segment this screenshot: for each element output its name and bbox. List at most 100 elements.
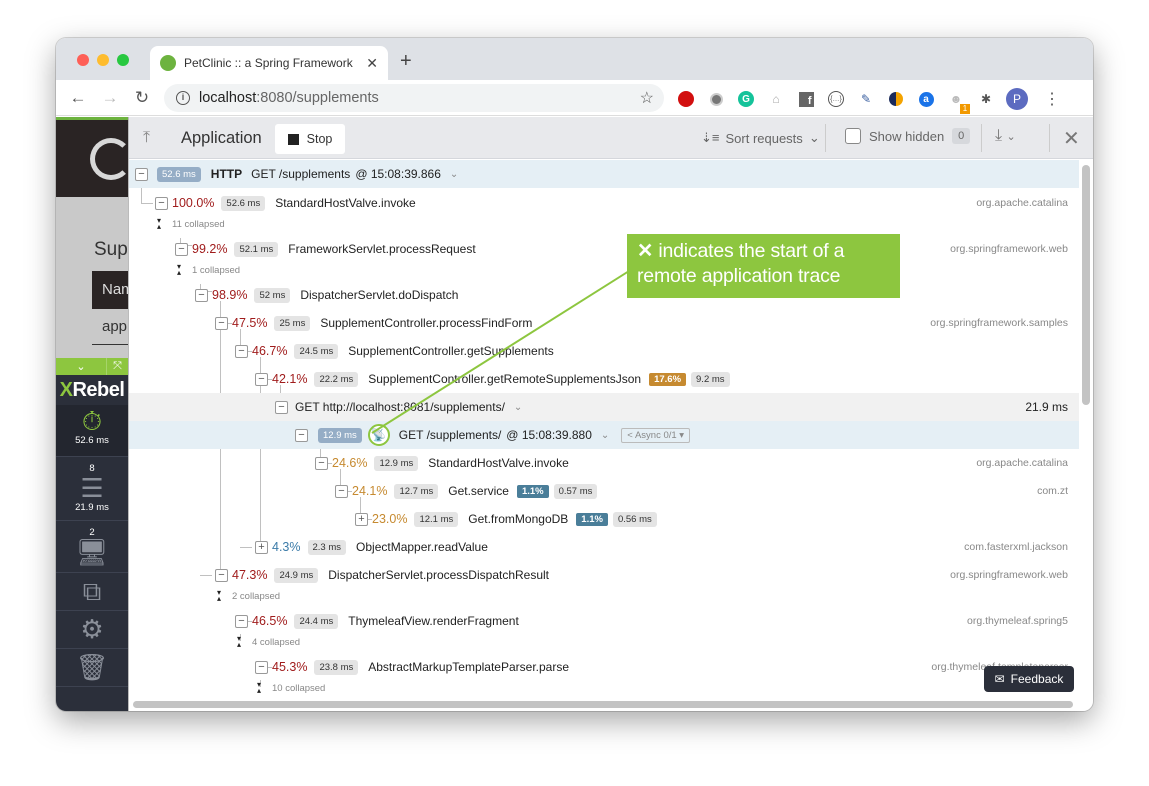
browser-tab[interactable]: PetClinic :: a Spring Framework ✕ (150, 46, 388, 80)
scroll-top-icon[interactable]: ⤒ (143, 129, 150, 147)
trace-row[interactable]: − 45.3% 23.8 ms AbstractMarkupTemplatePa… (129, 653, 1079, 681)
minimize-window-button[interactable] (97, 54, 109, 66)
a-extension-icon[interactable]: a (916, 89, 936, 109)
info-icon[interactable]: i (176, 91, 190, 105)
sort-requests-dropdown[interactable]: ⇣≡ Sort requests ⌄ (701, 130, 820, 146)
trace-row[interactable]: − 99.2% 52.1 ms FrameworkServlet.process… (129, 235, 1079, 263)
duration-badge: 12.7 ms (394, 483, 439, 499)
url-host: localhost (199, 90, 257, 106)
trace-row[interactable]: + 4.3% 2.3 ms ObjectMapper.readValue com… (129, 533, 1079, 561)
adblock-icon[interactable] (676, 89, 696, 109)
duration-badge: 25 ms (274, 315, 311, 331)
facebook-icon[interactable]: f (796, 89, 816, 109)
stop-button[interactable]: Stop (275, 124, 345, 154)
back-button[interactable]: ← (62, 88, 94, 108)
collapsed-frames[interactable]: ▾ ▴ 10 collapsed (256, 680, 325, 695)
collapsed-frames[interactable]: ▾ ▴ 4 collapsed (236, 634, 300, 650)
trace-row[interactable]: − 24.1% 12.7 ms Get.service 1.1% 0.57 ms… (129, 477, 1079, 505)
percent: 47.5% (232, 316, 268, 330)
trace-row[interactable]: − 98.9% 52 ms DispatcherServlet.doDispat… (129, 281, 1079, 309)
sidebar-trash[interactable]: 🗑 (56, 649, 128, 687)
collapse-toggle[interactable]: − (155, 196, 168, 210)
show-hidden-toggle[interactable]: Show hidden 0 (845, 128, 971, 144)
trace-row[interactable]: − 46.7% 24.5 ms SupplementController.get… (129, 337, 1079, 365)
horizontal-scrollbar[interactable] (133, 701, 1073, 708)
page-heading: Sup (94, 239, 128, 260)
satellite-dish-icon: 📡 (367, 424, 390, 446)
collapse-toggle[interactable]: − (135, 167, 148, 181)
percent: 99.2% (192, 242, 228, 256)
forward-button[interactable]: → (94, 88, 126, 108)
sidebar-popout[interactable]: ⧉ (56, 573, 128, 611)
collapse-toggle[interactable]: − (275, 400, 288, 414)
trace-row[interactable]: + 23.0% 12.1 ms Get.fromMongoDB 1.1% 0.5… (129, 505, 1079, 533)
xrebel-sidebar: ⌄ ⤧ XRebel ⏱ 52.6 ms 8 ☰ 21.9 ms 2 🖥 ⧉ ⚙ (56, 358, 128, 711)
remote-call-row[interactable]: − GET http://localhost:8081/supplements/… (129, 393, 1079, 421)
maximize-window-button[interactable] (117, 54, 129, 66)
collapse-toggle[interactable]: − (215, 316, 228, 330)
ghostery-icon[interactable]: ☻ 1 (946, 89, 970, 114)
sidebar-database[interactable]: 8 ☰ 21.9 ms (56, 457, 128, 521)
trace-row[interactable]: − 42.1% 22.2 ms SupplementController.get… (129, 365, 1079, 393)
sidebar-timing[interactable]: ⏱ 52.6 ms (56, 405, 128, 457)
puzzle-extensions-icon[interactable]: ✱ (976, 89, 996, 109)
collapse-toggle[interactable]: − (235, 344, 248, 358)
download-button[interactable]: ⤓ ⌄ (995, 127, 1016, 145)
expand-toggle[interactable]: + (255, 540, 268, 554)
vertical-scrollbar[interactable] (1082, 165, 1090, 405)
collapse-toggle[interactable]: − (235, 614, 248, 628)
url-field[interactable]: i localhost:8080/supplements ☆ (164, 84, 664, 112)
collapse-chevron-icon[interactable]: ⌄ (56, 358, 106, 375)
collapse-toggle[interactable]: − (335, 484, 348, 498)
expand-toggle[interactable]: + (355, 512, 368, 526)
expand-arrows-icon: ▾ ▴ (156, 216, 161, 231)
package-name: org.apache.catalina (976, 457, 1068, 469)
percent: 46.7% (252, 344, 288, 358)
new-tab-button[interactable]: + (400, 50, 412, 73)
collapse-toggle[interactable]: − (215, 568, 228, 582)
method-name: DispatcherServlet.doDispatch (300, 288, 459, 302)
root-request-row[interactable]: − 52.6 ms HTTP GET /supplements @ 15:08:… (129, 160, 1079, 188)
grammarly-icon[interactable]: G (736, 89, 756, 109)
expand-icon[interactable]: ⤧ (106, 358, 128, 375)
remote-trace-row[interactable]: − 12.9 ms 📡 GET /supplements/ @ 15:08:39… (129, 421, 1079, 449)
collapse-toggle[interactable]: − (255, 372, 268, 386)
collapsed-frames[interactable]: ▾ ▴ 11 collapsed (156, 216, 225, 232)
reload-button[interactable]: ↻ (126, 88, 158, 108)
feedback-button[interactable]: ✉ Feedback (984, 666, 1074, 692)
close-tab-icon[interactable]: ✕ (366, 55, 378, 72)
trace-row[interactable]: − 47.5% 25 ms SupplementController.proce… (129, 309, 1079, 337)
monitor-icon: 🖥 (75, 537, 109, 567)
collapse-toggle[interactable]: − (295, 428, 308, 442)
sidebar-settings[interactable]: ⚙ (56, 611, 128, 649)
extension-circle-icon[interactable] (706, 89, 726, 109)
collapse-toggle[interactable]: − (315, 456, 328, 470)
basket-icon[interactable]: ⌂ (766, 89, 786, 109)
chevron-down-icon[interactable]: ⌄ (450, 169, 458, 180)
trace-row[interactable]: − 46.5% 24.4 ms ThymeleafView.renderFrag… (129, 607, 1079, 635)
close-window-button[interactable] (77, 54, 89, 66)
chevron-down-icon[interactable]: ⌄ (601, 430, 609, 441)
browser-menu-icon[interactable]: ⋮ (1044, 89, 1060, 109)
chevron-down-icon: ⌄ (808, 130, 820, 145)
sidebar-remote[interactable]: 2 🖥 (56, 521, 128, 573)
bookmark-star-icon[interactable]: ☆ (640, 88, 654, 108)
async-dropdown[interactable]: < Async 0/1 ▾ (621, 427, 691, 443)
eyedropper-icon[interactable]: ✎ (856, 89, 876, 109)
shade-extension-icon[interactable] (886, 89, 906, 109)
show-hidden-checkbox[interactable] (845, 128, 861, 144)
trace-row[interactable]: − 47.3% 24.9 ms DispatcherServlet.proces… (129, 561, 1079, 589)
trace-row[interactable]: − 100.0% 52.6 ms StandardHostValve.invok… (129, 189, 1079, 217)
json-viewer-icon[interactable]: {…} (826, 89, 846, 109)
trace-row[interactable]: − 24.6% 12.9 ms StandardHostValve.invoke… (129, 449, 1079, 477)
close-panel-icon[interactable]: ✕ (1063, 126, 1080, 151)
collapsed-frames[interactable]: ▾ ▴ 1 collapsed (176, 262, 240, 278)
collapse-toggle[interactable]: − (175, 242, 188, 256)
chevron-down-icon[interactable]: ⌄ (514, 402, 522, 413)
collapsed-frames[interactable]: ▾ ▴ 2 collapsed (216, 588, 280, 604)
profile-avatar[interactable]: P (1006, 88, 1028, 110)
method-name: ObjectMapper.readValue (356, 540, 488, 554)
collapse-toggle[interactable]: − (195, 288, 208, 302)
collapse-toggle[interactable]: − (255, 660, 268, 674)
sort-icon: ⇣≡ (701, 130, 720, 145)
